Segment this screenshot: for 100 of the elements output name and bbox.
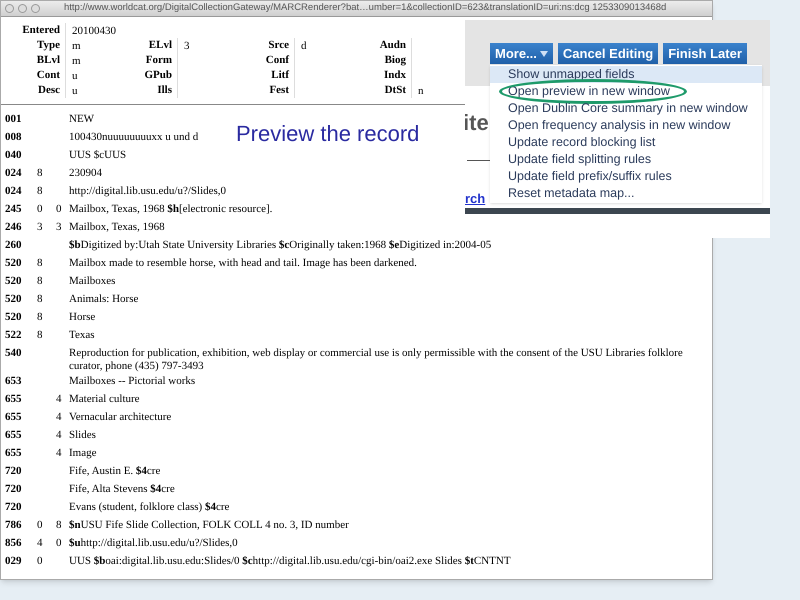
- indicator: 0: [37, 519, 42, 531]
- zoom-icon[interactable]: [31, 4, 40, 13]
- field-value: Horse: [69, 311, 96, 323]
- indicator: 3: [56, 221, 62, 233]
- field-value: Mailboxes: [69, 275, 116, 287]
- field-value: NEW: [69, 113, 94, 125]
- tag-number: 024: [5, 167, 22, 179]
- close-icon[interactable]: [5, 4, 14, 13]
- tag-number: 024: [5, 185, 22, 197]
- field-value: m: [72, 55, 81, 67]
- tag-number: 520: [5, 275, 22, 287]
- tag-number: 720: [5, 501, 22, 513]
- field-label: Indx: [382, 68, 407, 84]
- menu-item[interactable]: Reset metadata map...: [490, 185, 762, 202]
- tag-number: 655: [5, 411, 22, 423]
- field-value: Vernacular architecture: [69, 411, 172, 423]
- field-value: Fife, Austin E. $4cre: [69, 465, 160, 477]
- field-value: UUS $boai:digital.lib.usu.edu:Slides/0 $chttp://digital.lib.usu.edu/cgi-bin/oai2.exe Slides $tCNTNT: [69, 555, 511, 567]
- menu-item[interactable]: Open preview in new window: [490, 83, 762, 100]
- window-title: http://www.worldcat.org/DigitalCollectionGateway/MARCRenderer?bat…umber=1&collectionID=623&translationID=uri:ns:dcg 1253309013468d: [64, 1, 666, 16]
- field-value: Mailbox, Texas, 1968 $h[electronic resource].: [69, 203, 272, 215]
- field-label: ELvl: [148, 38, 173, 54]
- indicator: 8: [37, 275, 42, 287]
- tag-number: 260: [5, 239, 22, 251]
- tag-number: 246: [5, 221, 22, 233]
- field-value: $uhttp://digital.lib.usu.edu/u?/Slides,0: [69, 537, 238, 549]
- action-button[interactable]: Finish Later: [663, 43, 747, 64]
- tag-number: 653: [5, 375, 22, 387]
- action-button[interactable]: Cancel Editing: [558, 43, 658, 64]
- field-value: u: [72, 70, 78, 82]
- menu-item[interactable]: Show unmapped fields: [490, 66, 762, 83]
- menu-item[interactable]: Update field prefix/suffix rules: [490, 168, 762, 185]
- minimize-icon[interactable]: [18, 4, 27, 13]
- field-label: Srce: [267, 38, 290, 54]
- field-value: Reproduction for publication, exhibition, web display or commercial use is only permissible with the consent of the USU Libraries folklore curator, phone (435) 797-3493: [69, 347, 683, 372]
- slide-caption: Preview the record: [236, 120, 420, 148]
- field-value: UUS $cUUS: [69, 149, 126, 161]
- tag-number: 720: [5, 483, 22, 495]
- menu-item[interactable]: Update record blocking list: [490, 134, 762, 151]
- field-label: Form: [144, 53, 173, 68]
- indicator: 4: [56, 447, 62, 459]
- field-label: Desc: [37, 83, 61, 98]
- field-value: u: [72, 85, 78, 97]
- indicator: 3: [37, 221, 42, 233]
- field-value: Material culture: [69, 393, 140, 405]
- menu-item[interactable]: Update field splitting rules: [490, 151, 762, 168]
- indicator: 0: [56, 203, 62, 215]
- field-value: m: [72, 40, 81, 52]
- tag-number: 655: [5, 393, 22, 405]
- field-value: $bDigitized by:Utah State University Libraries $cOriginally taken:1968 $eDigitized in:2004-05: [69, 239, 492, 251]
- indicator: 8: [56, 519, 62, 531]
- tag-number: 029: [5, 555, 22, 567]
- indicator: 8: [37, 185, 42, 197]
- field-value: Fife, Alta Stevens $4cre: [69, 483, 175, 495]
- tag-number: 520: [5, 311, 22, 323]
- field-value: $nUSU Fife Slide Collection, FOLK COLL 4 no. 3, ID number: [69, 519, 349, 531]
- field-value: n: [418, 85, 424, 97]
- field-value: 100430nuuuuuuuuxx u und d: [69, 131, 198, 143]
- field-label: Cont: [36, 68, 61, 84]
- field-value: 230904: [69, 167, 102, 179]
- field-value: 20100430: [72, 25, 116, 37]
- tag-number: 856: [5, 537, 22, 549]
- field-label: Litf: [270, 68, 290, 84]
- indicator: 8: [37, 293, 42, 305]
- field-value: Animals: Horse: [69, 293, 138, 305]
- tag-number: 655: [5, 447, 22, 459]
- field-label: Audn: [378, 38, 407, 54]
- field-value: Evans (student, folklore class) $4cre: [69, 501, 230, 513]
- field-label: Ills: [156, 83, 173, 98]
- tag-number: 001: [5, 113, 22, 125]
- indicator: 8: [37, 167, 42, 179]
- tag-number: 245: [5, 203, 22, 215]
- tag-number: 520: [5, 257, 22, 269]
- field-label: DtSt: [384, 83, 407, 98]
- field-label: BLvl: [36, 53, 61, 68]
- field-value: Slides: [69, 429, 96, 441]
- menu-item[interactable]: Open frequency analysis in new window: [490, 117, 762, 134]
- indicator: 4: [56, 411, 62, 423]
- field-label: Biog: [384, 53, 407, 68]
- tag-number: 008: [5, 131, 22, 143]
- field-value: Mailboxes -- Pictorial works: [69, 375, 196, 387]
- indicator: 0: [56, 537, 62, 549]
- indicator: 0: [37, 203, 42, 215]
- tag-number: 540: [5, 347, 22, 359]
- caret-icon: [540, 50, 548, 56]
- tag-number: 520: [5, 293, 22, 305]
- field-value: Mailbox, Texas, 1968: [69, 221, 165, 233]
- menu-item[interactable]: Open Dublin Core summary in new window: [490, 100, 762, 117]
- tag-number: 786: [5, 519, 22, 531]
- field-value: http://digital.lib.usu.edu/u?/Slides,0: [69, 185, 226, 197]
- indicator: 8: [37, 311, 42, 323]
- dropdown-button[interactable]: More...: [490, 43, 553, 64]
- link[interactable]: rch: [465, 189, 486, 208]
- field-label: Conf: [264, 53, 290, 68]
- tag-number: 522: [5, 329, 22, 341]
- indicator: 4: [56, 429, 62, 441]
- field-label: Entered: [21, 23, 61, 38]
- field-value: Texas: [69, 329, 94, 341]
- field-label: Fest: [268, 83, 290, 98]
- indicator: 8: [37, 329, 42, 341]
